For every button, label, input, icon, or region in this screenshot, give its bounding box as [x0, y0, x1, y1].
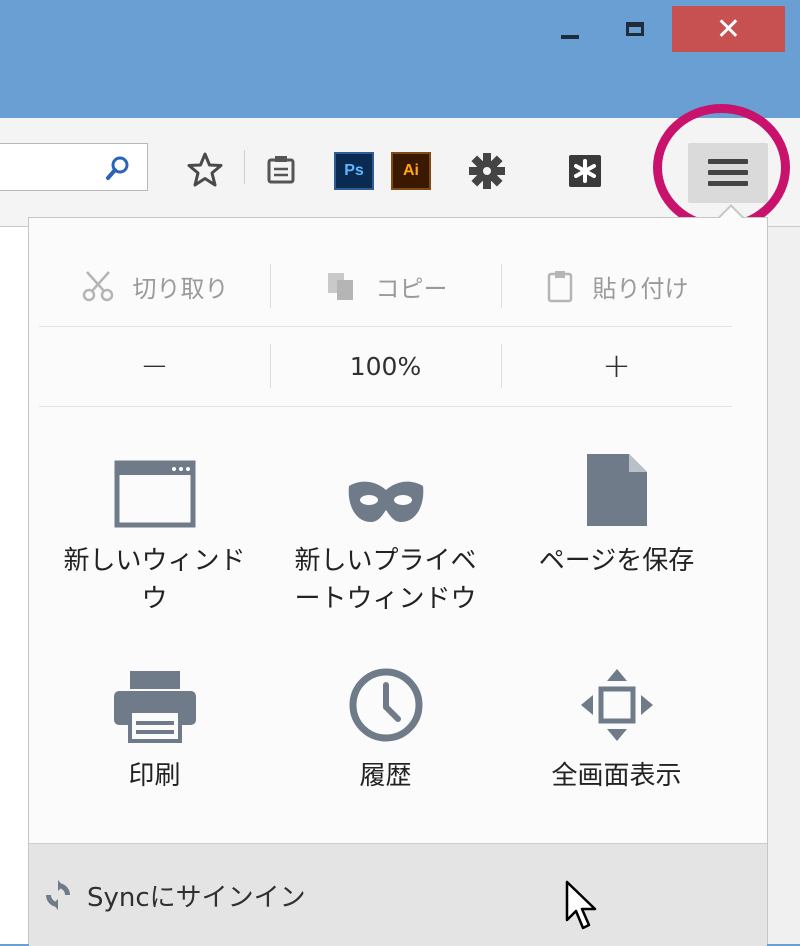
photoshop-button[interactable]: Ps — [334, 152, 374, 190]
minimize-icon — [561, 35, 579, 39]
panel-arrow-inner — [720, 207, 742, 218]
maximize-button[interactable] — [610, 6, 660, 52]
extension-button[interactable] — [560, 148, 610, 194]
sync-icon — [46, 880, 70, 910]
cut-button[interactable]: 切り取り — [39, 246, 270, 326]
clipboard-icon — [547, 271, 572, 303]
fullscreen-icon — [580, 669, 653, 741]
minimize-button[interactable] — [545, 6, 595, 52]
zoom-in-button[interactable]: + — [501, 326, 732, 406]
save-page-button[interactable]: ページを保存 — [501, 438, 732, 653]
print-label: 印刷 — [128, 761, 181, 791]
zoom-out-button[interactable]: − — [39, 326, 270, 406]
new-private-window-button[interactable]: 新しいプライベートウィンドウ — [270, 438, 501, 653]
mask-icon — [348, 481, 423, 522]
zoom-in-label: + — [602, 346, 631, 386]
new-window-label: 新しいウィンドウ — [63, 546, 246, 614]
zoom-controls: − 100% + — [39, 326, 732, 407]
scissors-icon — [82, 271, 113, 302]
copy-button[interactable]: コピー — [270, 246, 501, 326]
sync-signin-button[interactable]: Syncにサインイン — [29, 843, 767, 946]
copy-icon — [327, 273, 353, 300]
ps-label: Ps — [344, 162, 364, 179]
paste-button[interactable]: 貼り付け — [501, 246, 732, 326]
search-icon[interactable] — [104, 154, 132, 182]
addon-button[interactable] — [460, 148, 514, 194]
zoom-reset-button[interactable]: 100% — [270, 326, 501, 406]
hamburger-menu-icon — [708, 159, 748, 186]
history-label: 履歴 — [359, 761, 412, 791]
page-content-area[interactable] — [0, 227, 28, 944]
close-icon: ✕ — [715, 11, 742, 47]
history-button[interactable]: 履歴 — [270, 653, 501, 868]
printer-icon — [113, 671, 196, 743]
firefox-menu-panel: 切り取り コピー 貼り付け − 100% + 新しいウィンドウ 新しいプライベー… — [28, 217, 768, 946]
fullscreen-button[interactable]: 全画面表示 — [501, 653, 732, 868]
new-window-button[interactable]: 新しいウィンドウ — [39, 438, 270, 653]
mouse-cursor-icon — [565, 880, 597, 930]
star-icon — [187, 152, 223, 187]
paste-label: 貼り付け — [592, 274, 689, 303]
copy-label: コピー — [375, 274, 448, 303]
asterisk-icon — [569, 155, 601, 187]
zoom-out-label: − — [140, 346, 169, 386]
window-icon — [114, 460, 195, 528]
clock-icon — [349, 668, 422, 742]
illustrator-button[interactable]: Ai — [391, 152, 431, 190]
toolbar-separator — [244, 150, 245, 184]
fullscreen-label: 全画面表示 — [551, 761, 682, 791]
cut-label: 切り取り — [132, 274, 229, 303]
reading-list-button[interactable] — [256, 148, 306, 192]
reading-list-icon — [267, 156, 295, 184]
menu-tile-grid: 新しいウィンドウ 新しいプライベートウィンドウ ページを保存 印刷 履歴 全画面… — [39, 438, 732, 868]
print-button[interactable]: 印刷 — [39, 653, 270, 868]
navigation-toolbar: Ps Ai — [0, 118, 800, 227]
save-page-label: ページを保存 — [538, 546, 695, 576]
page-icon — [586, 454, 647, 526]
new-private-window-label: 新しいプライベートウィンドウ — [294, 546, 477, 614]
zoom-level: 100% — [349, 351, 422, 381]
puzzle-gear-icon — [469, 153, 505, 189]
window-titlebar: ✕ — [0, 0, 800, 118]
close-button[interactable]: ✕ — [672, 6, 785, 52]
open-menu-button[interactable] — [688, 143, 768, 203]
maximize-icon — [626, 22, 644, 36]
page-content-right — [768, 227, 800, 944]
bookmark-star-button[interactable] — [180, 148, 230, 192]
edit-controls: 切り取り コピー 貼り付け — [39, 246, 732, 327]
sync-signin-label: Syncにサインイン — [87, 882, 306, 913]
search-input[interactable] — [0, 143, 148, 191]
ai-label: Ai — [403, 162, 419, 179]
